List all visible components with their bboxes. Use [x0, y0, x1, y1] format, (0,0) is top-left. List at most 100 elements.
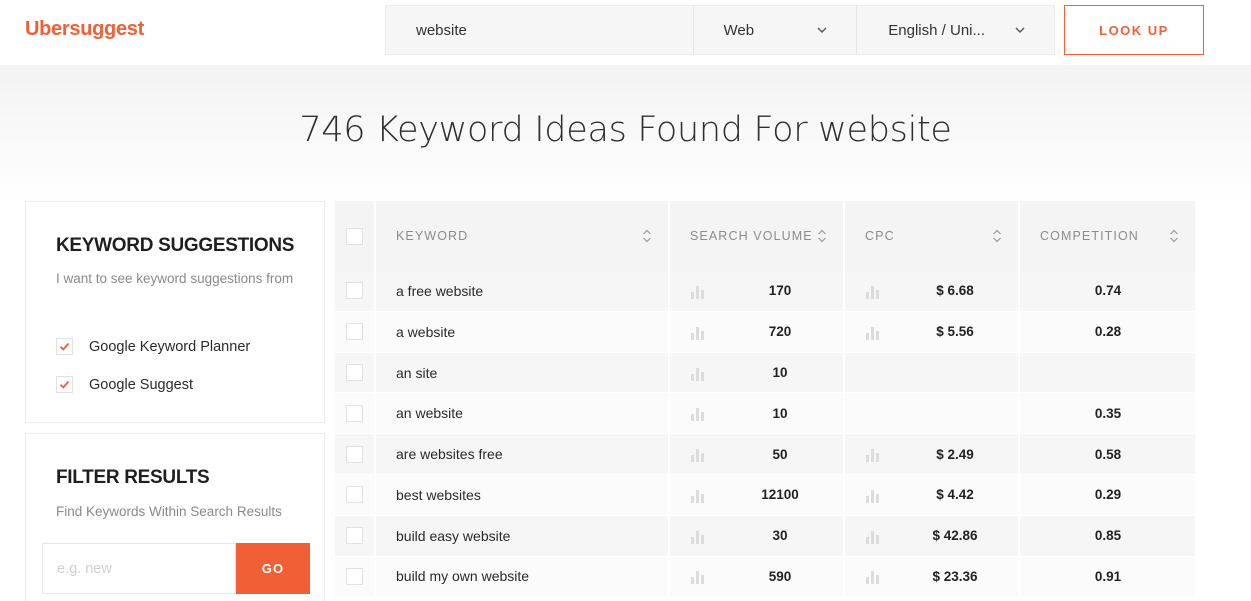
- trend-chart-icon[interactable]: [690, 530, 706, 544]
- cpc-cell: $ 6.68: [845, 270, 1020, 311]
- trend-chart-icon[interactable]: [865, 570, 881, 585]
- row-checkbox[interactable]: [346, 486, 363, 504]
- keyword-cell[interactable]: an website: [376, 393, 670, 434]
- filter-results-title: FILTER RESULTS: [56, 467, 210, 488]
- language-dropdown[interactable]: English / Uni...: [857, 6, 1054, 54]
- search-volume-value: 12100: [761, 487, 799, 503]
- row-checkbox[interactable]: [346, 567, 363, 585]
- row-select-cell: [335, 311, 376, 352]
- keyword-suggestions-title: KEYWORD SUGGESTIONS: [56, 235, 295, 256]
- search-volume-value: 170: [768, 283, 792, 299]
- keyword-cell[interactable]: a website: [376, 311, 670, 352]
- select-all-cell: [335, 201, 376, 271]
- trend-chart-icon[interactable]: [865, 530, 881, 544]
- sort-icon[interactable]: [1169, 229, 1179, 243]
- trend-chart-icon[interactable]: [865, 285, 881, 299]
- search-volume-value: 720: [768, 324, 792, 340]
- table-row: a free website 170 $ 6.68 0.74: [335, 270, 1195, 312]
- row-checkbox[interactable]: [346, 445, 363, 463]
- trend-chart-icon[interactable]: [690, 285, 706, 299]
- top-bar: Ubersuggest Web English / Uni... LOOK UP: [0, 0, 1251, 65]
- column-label: KEYWORD: [396, 229, 469, 243]
- trend-chart-icon[interactable]: [690, 448, 706, 463]
- row-checkbox[interactable]: [346, 323, 363, 341]
- option-google-suggest[interactable]: Google Suggest: [56, 376, 193, 393]
- row-checkbox[interactable]: [346, 404, 363, 422]
- column-header-search-volume[interactable]: SEARCH VOLUME: [670, 201, 845, 271]
- keyword-cell[interactable]: best websites: [376, 474, 670, 515]
- keyword-cell[interactable]: are websites free: [376, 434, 670, 475]
- trend-chart-icon[interactable]: [690, 407, 706, 422]
- checkbox[interactable]: [56, 376, 73, 393]
- table-row: build easy website 30 $ 42.86 0.85: [335, 515, 1195, 557]
- option-label: Google Keyword Planner: [89, 338, 251, 355]
- page-title: 746 Keyword Ideas Found For website: [299, 110, 952, 150]
- search-bar: Web English / Uni...: [385, 5, 1055, 55]
- keyword-cell[interactable]: an site: [376, 352, 670, 393]
- trend-chart-icon[interactable]: [690, 367, 706, 381]
- column-label: SEARCH VOLUME: [690, 229, 813, 243]
- keyword-text[interactable]: an website: [396, 405, 463, 421]
- trend-chart-icon[interactable]: [865, 448, 881, 463]
- row-checkbox[interactable]: [346, 282, 363, 300]
- checkbox[interactable]: [56, 338, 73, 355]
- trend-chart-icon[interactable]: [690, 570, 706, 585]
- competition-value: 0.85: [1094, 528, 1122, 544]
- table-row: best websites 12100 $ 4.42 0.29: [335, 474, 1195, 516]
- keyword-text[interactable]: build easy website: [396, 528, 510, 544]
- column-header-competition[interactable]: COMPETITION: [1020, 201, 1195, 271]
- column-header-keyword[interactable]: KEYWORD: [376, 201, 670, 271]
- sort-icon[interactable]: [992, 229, 1002, 243]
- source-dropdown[interactable]: Web: [694, 6, 857, 54]
- chevron-down-icon: [817, 27, 827, 33]
- row-checkbox[interactable]: [346, 364, 363, 381]
- option-google-keyword-planner[interactable]: Google Keyword Planner: [56, 338, 250, 355]
- keyword-suggestions-card: KEYWORD SUGGESTIONS I want to see keywor…: [25, 201, 325, 423]
- keyword-text[interactable]: a free website: [396, 283, 483, 299]
- competition-cell: 0.74: [1020, 271, 1195, 311]
- table-row: are websites free 50 $ 2.49 0.58: [335, 434, 1195, 475]
- competition-value: 0.74: [1094, 283, 1122, 299]
- trend-chart-icon[interactable]: [865, 489, 881, 503]
- cpc-cell: $ 4.42: [845, 474, 1020, 515]
- sort-icon[interactable]: [817, 229, 827, 243]
- column-header-cpc[interactable]: CPC: [845, 201, 1020, 271]
- keyword-cell[interactable]: build easy website: [376, 515, 670, 556]
- competition-value: 0.58: [1094, 446, 1122, 462]
- competition-cell: 0.28: [1020, 312, 1195, 352]
- lookup-button[interactable]: LOOK UP: [1064, 5, 1204, 55]
- table-row: an site 10: [335, 352, 1195, 394]
- column-label: COMPETITION: [1040, 229, 1139, 243]
- search-volume-value: 50: [772, 446, 788, 462]
- search-volume-cell: 170: [670, 270, 845, 311]
- cpc-cell: $ 5.56: [845, 311, 1020, 352]
- search-input[interactable]: [386, 6, 693, 54]
- table-header: KEYWORD SEARCH VOLUME CPC COMPETITION: [335, 201, 1195, 271]
- select-all-checkbox[interactable]: [346, 227, 363, 245]
- cpc-cell: $ 23.36: [845, 556, 1020, 597]
- row-checkbox[interactable]: [346, 527, 363, 545]
- sort-icon[interactable]: [642, 229, 652, 243]
- competition-value: 0.28: [1094, 324, 1122, 340]
- keyword-text[interactable]: best websites: [396, 487, 481, 503]
- keyword-text[interactable]: an site: [396, 365, 437, 381]
- go-button[interactable]: GO: [236, 543, 310, 594]
- row-select-cell: [335, 270, 376, 311]
- trend-chart-icon[interactable]: [690, 326, 706, 340]
- search-volume-cell: 10: [670, 393, 845, 434]
- search-volume-cell: 50: [670, 434, 845, 475]
- competition-cell: 0.58: [1020, 434, 1195, 474]
- filter-input[interactable]: [42, 543, 236, 594]
- keyword-cell[interactable]: build my own website: [376, 556, 670, 597]
- competition-value: 0.91: [1094, 568, 1122, 584]
- keyword-text[interactable]: are websites free: [396, 446, 503, 462]
- row-select-cell: [335, 474, 376, 515]
- trend-chart-icon[interactable]: [690, 489, 706, 503]
- keyword-text[interactable]: build my own website: [396, 568, 529, 584]
- keyword-cell[interactable]: a free website: [376, 270, 670, 311]
- language-dropdown-label: English / Uni...: [888, 21, 985, 39]
- checkmark-icon: [59, 380, 70, 389]
- trend-chart-icon[interactable]: [865, 326, 881, 340]
- keyword-text[interactable]: a website: [396, 324, 455, 340]
- logo[interactable]: Ubersuggest: [25, 18, 144, 41]
